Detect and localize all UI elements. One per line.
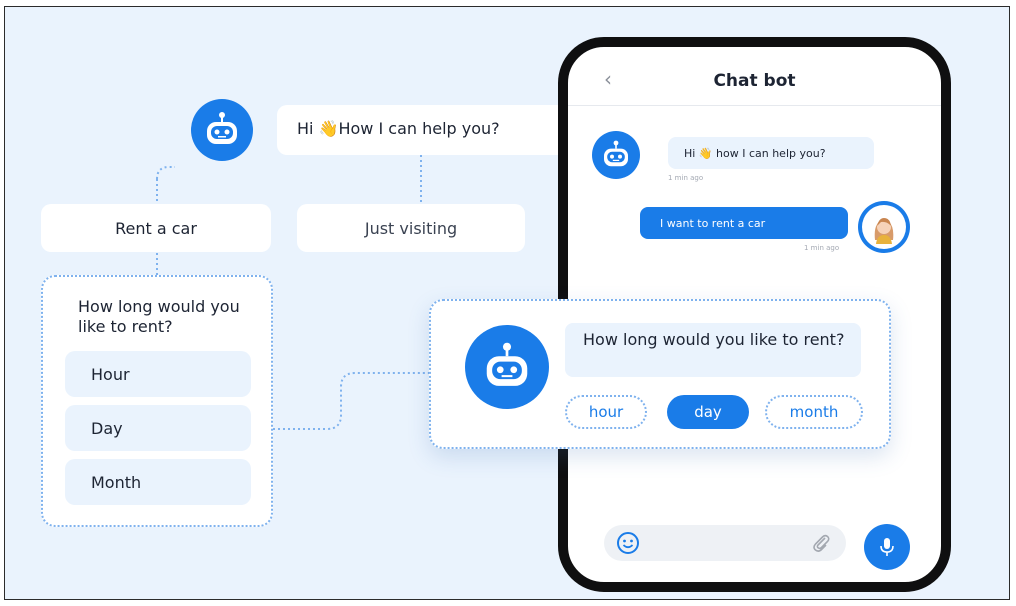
quick-reply-label: hour (588, 403, 624, 421)
quick-reply-month[interactable]: month (765, 395, 863, 429)
paperclip-icon[interactable] (810, 532, 832, 554)
choice-just-visiting-label: Just visiting (364, 218, 458, 238)
user-avatar-icon (874, 218, 894, 244)
quick-reply-label: day (694, 403, 722, 421)
bot-avatar (191, 99, 253, 161)
panel-option-day[interactable]: Day (65, 405, 251, 451)
mic-button[interactable] (864, 524, 910, 570)
panel-option-label: Hour (91, 364, 130, 384)
diagram-frame: Hi 👋How I can help you? Rent a car Just … (4, 6, 1010, 600)
header-divider (568, 105, 941, 106)
microphone-icon (880, 538, 894, 556)
panel-option-hour[interactable]: Hour (65, 351, 251, 397)
user-avatar (858, 201, 910, 253)
bot-message-text: Hi 👋 how I can help you? (684, 146, 826, 160)
choice-rent-car[interactable]: Rent a car (41, 204, 271, 252)
smile-icon[interactable] (616, 531, 640, 555)
chat-title: Chat bot (713, 71, 796, 91)
overlay-bot-avatar (465, 325, 549, 409)
user-message-time: 1 min ago (804, 244, 840, 252)
robot-icon (207, 112, 237, 144)
user-message-bubble: I want to rent a car (640, 207, 848, 239)
quick-reply-hour[interactable]: hour (565, 395, 647, 429)
greeting-text: Hi 👋How I can help you? (297, 119, 500, 138)
chat-bot-avatar (592, 131, 640, 179)
panel-option-label: Day (91, 418, 123, 438)
panel-question: How long would you like to rent? (78, 297, 240, 336)
user-message-text: I want to rent a car (660, 216, 766, 230)
greeting-bubble: Hi 👋How I can help you? (277, 105, 567, 155)
rent-duration-panel: How long would you like to rent? Hour Da… (41, 275, 273, 527)
robot-icon (604, 140, 628, 167)
choice-rent-car-label: Rent a car (115, 218, 197, 238)
bot-message-time: 1 min ago (668, 174, 704, 182)
bot-message-bubble: Hi 👋 how I can help you? (668, 137, 874, 169)
panel-option-label: Month (91, 472, 142, 492)
robot-icon (486, 342, 528, 386)
quick-reply-label: month (789, 403, 839, 421)
quick-reply-day[interactable]: day (667, 395, 749, 429)
panel-option-month[interactable]: Month (65, 459, 251, 505)
choice-just-visiting[interactable]: Just visiting (297, 204, 525, 252)
quick-reply-card: How long would you like to rent? hour da… (429, 299, 891, 449)
message-input[interactable] (604, 525, 846, 561)
overlay-question: How long would you like to rent? (565, 323, 861, 377)
